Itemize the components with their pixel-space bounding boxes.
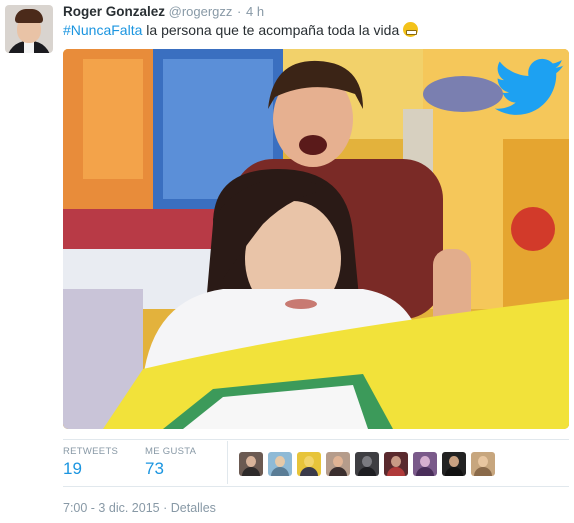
favoriter-7-avatar[interactable] — [413, 452, 437, 476]
favoriter-8-avatar[interactable] — [442, 452, 466, 476]
tweet-text: #NuncaFalta la persona que te acompaña t… — [63, 22, 419, 38]
favoriter-6-avatar[interactable] — [384, 452, 408, 476]
tweet-header: Roger Gonzalez @rogergzz · 4 h — [63, 4, 264, 19]
favoriter-9-avatar[interactable] — [471, 452, 495, 476]
favoriter-4-avatar[interactable] — [326, 452, 350, 476]
twitter-bird-icon — [495, 57, 565, 119]
photo-scene — [63, 49, 569, 429]
author-avatar[interactable] — [5, 5, 53, 53]
tweet-datetime: 7:00 - 3 dic. 2015 — [63, 501, 160, 515]
stats-separator — [227, 441, 228, 484]
favoriter-5-avatar[interactable] — [355, 452, 379, 476]
favoriter-3-avatar[interactable] — [297, 452, 321, 476]
favoriter-1-avatar[interactable] — [239, 452, 263, 476]
tweet-photo[interactable] — [63, 49, 569, 429]
favoriters-list — [239, 452, 495, 476]
tweet-timestamp[interactable]: 4 h — [246, 4, 264, 19]
details-link[interactable]: Detalles — [171, 501, 216, 515]
likes-label: ME GUSTA — [145, 446, 197, 457]
stats-top-divider — [63, 439, 569, 440]
tweet-card: Roger Gonzalez @rogergzz · 4 h #NuncaFal… — [0, 0, 574, 523]
retweets-count[interactable]: 19 — [63, 459, 82, 479]
likes-count[interactable]: 73 — [145, 459, 164, 479]
tweet-body: la persona que te acompaña toda la vida — [142, 22, 400, 38]
stats-bottom-divider — [63, 486, 569, 487]
retweets-label: RETWEETS — [63, 446, 119, 457]
tweet-footer: 7:00 - 3 dic. 2015 · Detalles — [63, 501, 216, 515]
author-name[interactable]: Roger Gonzalez — [63, 4, 165, 19]
footer-separator: · — [163, 501, 168, 515]
hashtag-link[interactable]: #NuncaFalta — [63, 22, 142, 38]
header-separator: · — [237, 4, 242, 19]
favoriter-2-avatar[interactable] — [268, 452, 292, 476]
author-handle[interactable]: @rogergzz — [169, 4, 233, 19]
grimacing-emoji-icon — [403, 22, 419, 37]
